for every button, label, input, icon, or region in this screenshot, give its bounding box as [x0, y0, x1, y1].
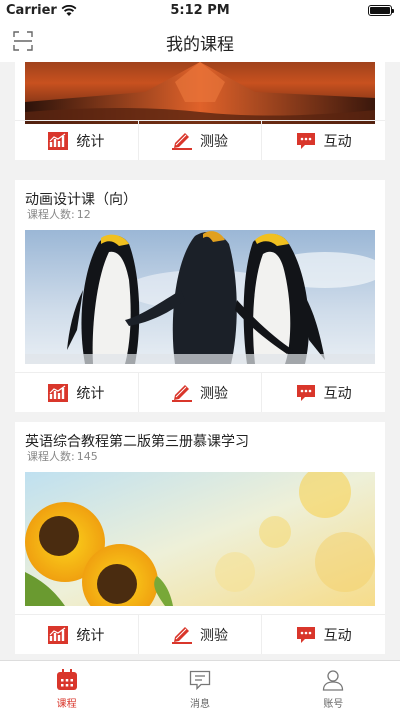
nav-bar: 我的课程 — [0, 22, 400, 62]
tab-courses[interactable]: 课程 — [0, 661, 133, 710]
interact-button[interactable]: 互动 — [262, 121, 385, 160]
quiz-label: 测验 — [200, 133, 228, 150]
interact-label: 互动 — [323, 385, 352, 402]
calendar-icon — [56, 669, 77, 690]
edit-icon — [172, 626, 192, 644]
course-card[interactable]: 统计 测验 互动 — [15, 62, 385, 160]
quiz-label: 测验 — [200, 627, 228, 644]
interact-label: 互动 — [323, 133, 352, 150]
interact-button[interactable]: 互动 — [262, 373, 385, 412]
stats-label: 统计 — [76, 133, 105, 150]
bar-chart-icon — [48, 625, 69, 644]
course-image-penguins[interactable] — [25, 230, 375, 364]
count-label: 课程人数: — [27, 208, 75, 221]
edit-icon — [172, 384, 192, 402]
stats-label: 统计 — [76, 627, 105, 644]
tab-messages-label: 消息 — [189, 699, 210, 710]
count-label: 课程人数: — [27, 450, 75, 463]
quiz-label: 测验 — [200, 385, 228, 402]
interact-button[interactable]: 互动 — [262, 615, 385, 654]
course-actions: 统计 测验 互动 — [15, 120, 385, 160]
tab-account[interactable]: 账号 — [267, 661, 400, 710]
quiz-button[interactable]: 测验 — [139, 615, 263, 654]
status-time: 5:12 PM — [170, 3, 230, 18]
tab-bar: 课程 消息 账号 — [0, 660, 400, 710]
edit-icon — [172, 132, 192, 150]
course-actions: 统计 测验 互动 — [15, 614, 385, 654]
battery-icon — [368, 5, 394, 16]
stats-label: 统计 — [76, 385, 105, 402]
bar-chart-icon — [48, 383, 69, 402]
chat-icon — [296, 626, 315, 643]
tab-messages[interactable]: 消息 — [133, 661, 266, 710]
course-image-volcano[interactable] — [25, 62, 375, 124]
course-image-sunflowers[interactable] — [25, 472, 375, 606]
course-list[interactable]: 统计 测验 互动 动画设计课（向） 课程人数: 12 统计 测验 互动 英语综合… — [0, 62, 400, 660]
stats-button[interactable]: 统计 — [15, 615, 139, 654]
course-card[interactable]: 动画设计课（向） 课程人数: 12 统计 测验 互动 — [15, 180, 385, 412]
bar-chart-icon — [48, 131, 69, 150]
user-icon — [323, 670, 344, 691]
page-title: 我的课程 — [166, 35, 234, 55]
quiz-button[interactable]: 测验 — [139, 373, 263, 412]
course-count: 课程人数: 12 — [25, 206, 91, 222]
tab-courses-label: 课程 — [56, 699, 77, 710]
interact-label: 互动 — [323, 627, 352, 644]
course-actions: 统计 测验 互动 — [15, 372, 385, 412]
message-icon — [189, 670, 211, 691]
status-bar: Carrier 5:12 PM — [0, 0, 400, 22]
count-value: 145 — [76, 450, 98, 463]
chat-icon — [296, 132, 315, 149]
tab-account-label: 账号 — [323, 699, 344, 710]
count-value: 12 — [76, 208, 91, 221]
chat-icon — [296, 384, 315, 401]
quiz-button[interactable]: 测验 — [139, 121, 263, 160]
stats-button[interactable]: 统计 — [15, 373, 139, 412]
course-count: 课程人数: 145 — [25, 448, 98, 464]
stats-button[interactable]: 统计 — [15, 121, 139, 160]
course-card[interactable]: 英语综合教程第二版第三册慕课学习 课程人数: 145 统计 测验 互动 — [15, 422, 385, 654]
